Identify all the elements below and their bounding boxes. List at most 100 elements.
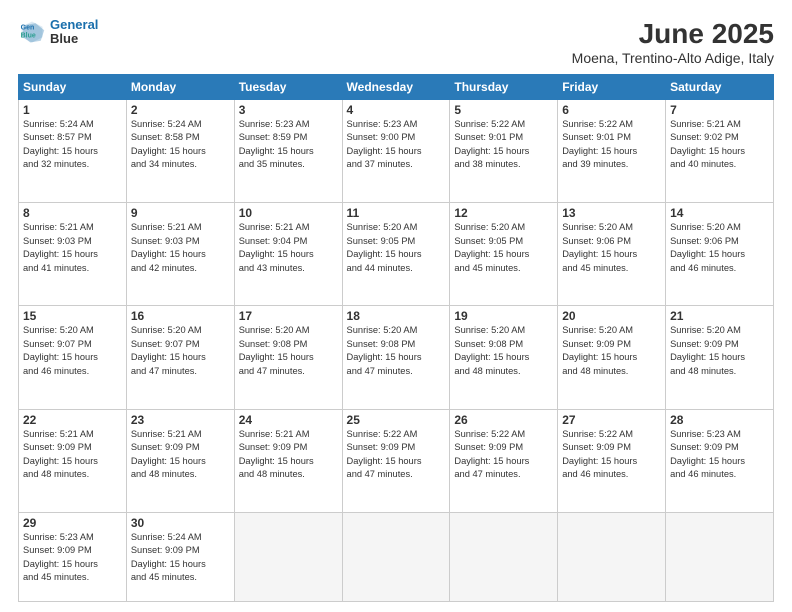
week-row-1: 8Sunrise: 5:21 AMSunset: 9:03 PMDaylight… bbox=[19, 203, 774, 306]
week-row-3: 22Sunrise: 5:21 AMSunset: 9:09 PMDayligh… bbox=[19, 409, 774, 512]
cell-r1-4: 12Sunrise: 5:20 AMSunset: 9:05 PMDayligh… bbox=[450, 203, 558, 306]
day-number-1: 1 bbox=[23, 103, 122, 117]
day-info-28: Sunrise: 5:23 AMSunset: 9:09 PMDaylight:… bbox=[670, 428, 769, 482]
cell-r1-2: 10Sunrise: 5:21 AMSunset: 9:04 PMDayligh… bbox=[234, 203, 342, 306]
day-info-7: Sunrise: 5:21 AMSunset: 9:02 PMDaylight:… bbox=[670, 118, 769, 172]
day-number-20: 20 bbox=[562, 309, 661, 323]
day-info-21: Sunrise: 5:20 AMSunset: 9:09 PMDaylight:… bbox=[670, 324, 769, 378]
day-info-18: Sunrise: 5:20 AMSunset: 9:08 PMDaylight:… bbox=[347, 324, 446, 378]
day-number-4: 4 bbox=[347, 103, 446, 117]
day-info-3: Sunrise: 5:23 AMSunset: 8:59 PMDaylight:… bbox=[239, 118, 338, 172]
day-info-4: Sunrise: 5:23 AMSunset: 9:00 PMDaylight:… bbox=[347, 118, 446, 172]
day-number-2: 2 bbox=[131, 103, 230, 117]
cell-r1-3: 11Sunrise: 5:20 AMSunset: 9:05 PMDayligh… bbox=[342, 203, 450, 306]
cell-r0-4: 5Sunrise: 5:22 AMSunset: 9:01 PMDaylight… bbox=[450, 100, 558, 203]
day-info-6: Sunrise: 5:22 AMSunset: 9:01 PMDaylight:… bbox=[562, 118, 661, 172]
day-number-3: 3 bbox=[239, 103, 338, 117]
cell-r3-3: 25Sunrise: 5:22 AMSunset: 9:09 PMDayligh… bbox=[342, 409, 450, 512]
day-info-19: Sunrise: 5:20 AMSunset: 9:08 PMDaylight:… bbox=[454, 324, 553, 378]
header-friday: Friday bbox=[558, 75, 666, 100]
day-number-29: 29 bbox=[23, 516, 122, 530]
weekday-header-row: Sunday Monday Tuesday Wednesday Thursday… bbox=[19, 75, 774, 100]
day-info-11: Sunrise: 5:20 AMSunset: 9:05 PMDaylight:… bbox=[347, 221, 446, 275]
day-number-23: 23 bbox=[131, 413, 230, 427]
day-info-1: Sunrise: 5:24 AMSunset: 8:57 PMDaylight:… bbox=[23, 118, 122, 172]
day-info-13: Sunrise: 5:20 AMSunset: 9:06 PMDaylight:… bbox=[562, 221, 661, 275]
cell-r0-3: 4Sunrise: 5:23 AMSunset: 9:00 PMDaylight… bbox=[342, 100, 450, 203]
day-number-17: 17 bbox=[239, 309, 338, 323]
day-number-8: 8 bbox=[23, 206, 122, 220]
cell-r4-2 bbox=[234, 512, 342, 601]
day-number-28: 28 bbox=[670, 413, 769, 427]
day-number-12: 12 bbox=[454, 206, 553, 220]
day-number-13: 13 bbox=[562, 206, 661, 220]
cell-r1-6: 14Sunrise: 5:20 AMSunset: 9:06 PMDayligh… bbox=[666, 203, 774, 306]
day-number-18: 18 bbox=[347, 309, 446, 323]
week-row-4: 29Sunrise: 5:23 AMSunset: 9:09 PMDayligh… bbox=[19, 512, 774, 601]
day-info-22: Sunrise: 5:21 AMSunset: 9:09 PMDaylight:… bbox=[23, 428, 122, 482]
day-info-12: Sunrise: 5:20 AMSunset: 9:05 PMDaylight:… bbox=[454, 221, 553, 275]
day-info-25: Sunrise: 5:22 AMSunset: 9:09 PMDaylight:… bbox=[347, 428, 446, 482]
day-info-23: Sunrise: 5:21 AMSunset: 9:09 PMDaylight:… bbox=[131, 428, 230, 482]
week-row-0: 1Sunrise: 5:24 AMSunset: 8:57 PMDaylight… bbox=[19, 100, 774, 203]
header-tuesday: Tuesday bbox=[234, 75, 342, 100]
svg-text:Blue: Blue bbox=[21, 33, 36, 40]
day-number-9: 9 bbox=[131, 206, 230, 220]
day-info-5: Sunrise: 5:22 AMSunset: 9:01 PMDaylight:… bbox=[454, 118, 553, 172]
day-number-19: 19 bbox=[454, 309, 553, 323]
cell-r2-6: 21Sunrise: 5:20 AMSunset: 9:09 PMDayligh… bbox=[666, 306, 774, 409]
day-number-25: 25 bbox=[347, 413, 446, 427]
cell-r4-5 bbox=[558, 512, 666, 601]
header-thursday: Thursday bbox=[450, 75, 558, 100]
calendar-subtitle: Moena, Trentino-Alto Adige, Italy bbox=[572, 50, 774, 66]
day-info-9: Sunrise: 5:21 AMSunset: 9:03 PMDaylight:… bbox=[131, 221, 230, 275]
title-block: June 2025 Moena, Trentino-Alto Adige, It… bbox=[572, 18, 774, 66]
day-info-27: Sunrise: 5:22 AMSunset: 9:09 PMDaylight:… bbox=[562, 428, 661, 482]
cell-r2-4: 19Sunrise: 5:20 AMSunset: 9:08 PMDayligh… bbox=[450, 306, 558, 409]
day-number-15: 15 bbox=[23, 309, 122, 323]
day-number-5: 5 bbox=[454, 103, 553, 117]
cell-r3-0: 22Sunrise: 5:21 AMSunset: 9:09 PMDayligh… bbox=[19, 409, 127, 512]
cell-r1-5: 13Sunrise: 5:20 AMSunset: 9:06 PMDayligh… bbox=[558, 203, 666, 306]
calendar-table: Sunday Monday Tuesday Wednesday Thursday… bbox=[18, 74, 774, 602]
cell-r3-2: 24Sunrise: 5:21 AMSunset: 9:09 PMDayligh… bbox=[234, 409, 342, 512]
day-number-14: 14 bbox=[670, 206, 769, 220]
cell-r3-5: 27Sunrise: 5:22 AMSunset: 9:09 PMDayligh… bbox=[558, 409, 666, 512]
header-wednesday: Wednesday bbox=[342, 75, 450, 100]
cell-r0-1: 2Sunrise: 5:24 AMSunset: 8:58 PMDaylight… bbox=[126, 100, 234, 203]
day-info-30: Sunrise: 5:24 AMSunset: 9:09 PMDaylight:… bbox=[131, 531, 230, 585]
header-sunday: Sunday bbox=[19, 75, 127, 100]
day-info-17: Sunrise: 5:20 AMSunset: 9:08 PMDaylight:… bbox=[239, 324, 338, 378]
day-info-15: Sunrise: 5:20 AMSunset: 9:07 PMDaylight:… bbox=[23, 324, 122, 378]
cell-r2-5: 20Sunrise: 5:20 AMSunset: 9:09 PMDayligh… bbox=[558, 306, 666, 409]
week-row-2: 15Sunrise: 5:20 AMSunset: 9:07 PMDayligh… bbox=[19, 306, 774, 409]
cell-r2-3: 18Sunrise: 5:20 AMSunset: 9:08 PMDayligh… bbox=[342, 306, 450, 409]
day-info-24: Sunrise: 5:21 AMSunset: 9:09 PMDaylight:… bbox=[239, 428, 338, 482]
calendar-title: June 2025 bbox=[572, 18, 774, 50]
day-number-21: 21 bbox=[670, 309, 769, 323]
day-info-29: Sunrise: 5:23 AMSunset: 9:09 PMDaylight:… bbox=[23, 531, 122, 585]
day-info-14: Sunrise: 5:20 AMSunset: 9:06 PMDaylight:… bbox=[670, 221, 769, 275]
cell-r3-1: 23Sunrise: 5:21 AMSunset: 9:09 PMDayligh… bbox=[126, 409, 234, 512]
day-number-22: 22 bbox=[23, 413, 122, 427]
logo-icon: Gen Blue bbox=[18, 18, 46, 46]
cell-r0-5: 6Sunrise: 5:22 AMSunset: 9:01 PMDaylight… bbox=[558, 100, 666, 203]
page: Gen Blue General Blue June 2025 Moena, T… bbox=[0, 0, 792, 612]
cell-r3-4: 26Sunrise: 5:22 AMSunset: 9:09 PMDayligh… bbox=[450, 409, 558, 512]
cell-r2-1: 16Sunrise: 5:20 AMSunset: 9:07 PMDayligh… bbox=[126, 306, 234, 409]
cell-r4-4 bbox=[450, 512, 558, 601]
day-number-16: 16 bbox=[131, 309, 230, 323]
day-number-11: 11 bbox=[347, 206, 446, 220]
logo-blue: Blue bbox=[50, 32, 98, 46]
day-number-26: 26 bbox=[454, 413, 553, 427]
cell-r4-6 bbox=[666, 512, 774, 601]
day-info-8: Sunrise: 5:21 AMSunset: 9:03 PMDaylight:… bbox=[23, 221, 122, 275]
cell-r2-2: 17Sunrise: 5:20 AMSunset: 9:08 PMDayligh… bbox=[234, 306, 342, 409]
cell-r0-2: 3Sunrise: 5:23 AMSunset: 8:59 PMDaylight… bbox=[234, 100, 342, 203]
day-number-27: 27 bbox=[562, 413, 661, 427]
header: Gen Blue General Blue June 2025 Moena, T… bbox=[18, 18, 774, 66]
day-number-7: 7 bbox=[670, 103, 769, 117]
header-monday: Monday bbox=[126, 75, 234, 100]
day-info-20: Sunrise: 5:20 AMSunset: 9:09 PMDaylight:… bbox=[562, 324, 661, 378]
logo: Gen Blue General Blue bbox=[18, 18, 98, 47]
